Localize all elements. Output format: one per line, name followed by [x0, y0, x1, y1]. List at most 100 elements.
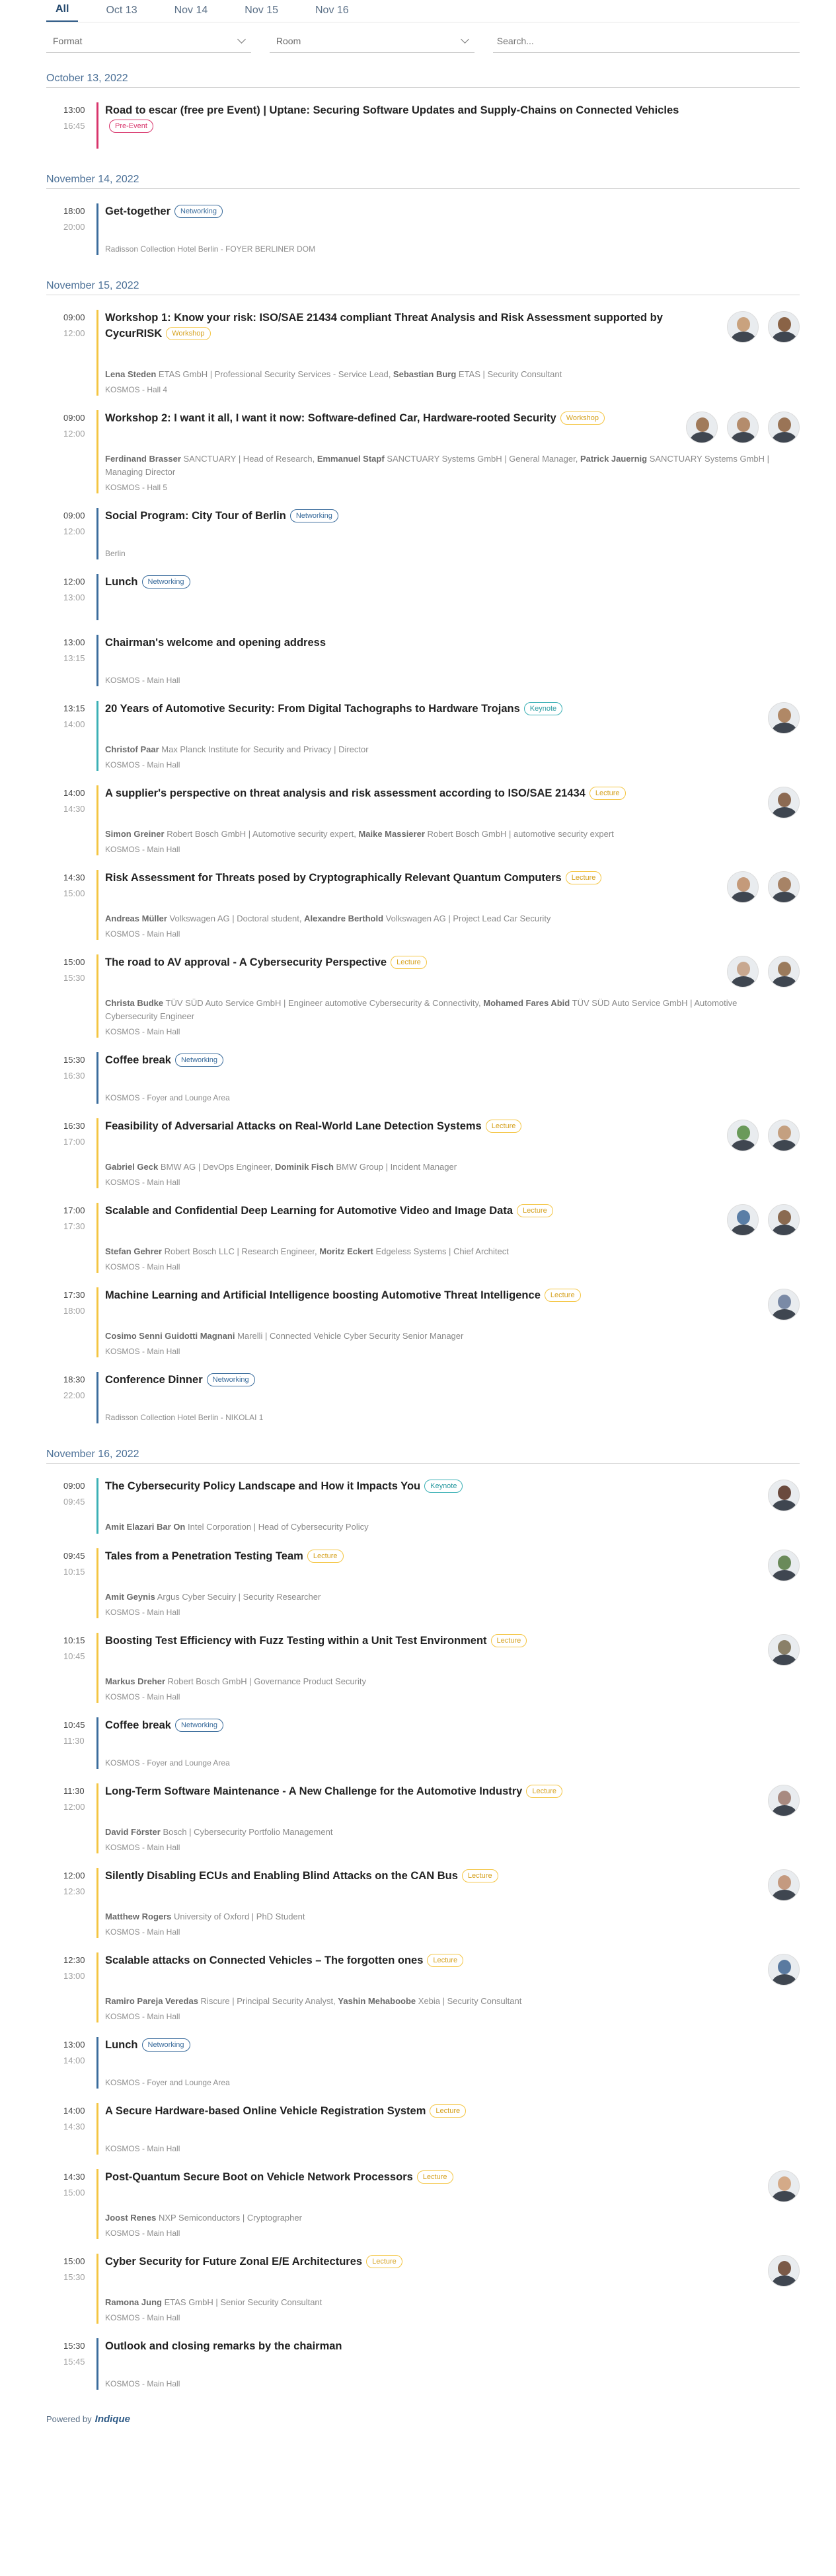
speaker-name[interactable]: Stefan Gehrer: [105, 1246, 162, 1256]
session-item[interactable]: 11:30 12:00 Long-Term Software Maintenance…: [46, 1783, 800, 1853]
avatar[interactable]: [727, 1120, 759, 1151]
session-title[interactable]: Social Program: City Tour of Berlin Netwo…: [105, 508, 800, 524]
session-title[interactable]: Silently Disabling ECUs and Enabling Bli…: [105, 1868, 800, 1884]
speaker-name[interactable]: Christa Budke: [105, 998, 163, 1008]
tab-nov-15[interactable]: Nov 15: [235, 5, 287, 22]
avatar[interactable]: [768, 702, 800, 734]
format-filter[interactable]: Format: [46, 29, 251, 53]
speaker-name[interactable]: Moritz Eckert: [319, 1246, 373, 1256]
speaker-name[interactable]: Matthew Rogers: [105, 1912, 171, 1921]
speaker-name[interactable]: Mohamed Fares Abid: [483, 998, 570, 1008]
session-title[interactable]: The road to AV approval - A Cybersecurit…: [105, 954, 800, 970]
session-title[interactable]: Long-Term Software Maintenance - A New C…: [105, 1783, 800, 1799]
session-title[interactable]: A supplier's perspective on threat analy…: [105, 785, 800, 801]
session-item[interactable]: 14:30 15:00 Risk Assessment for Threats po…: [46, 870, 800, 940]
avatar[interactable]: [768, 1289, 800, 1320]
speaker-name[interactable]: Gabriel Geck: [105, 1162, 158, 1172]
avatar[interactable]: [686, 411, 718, 443]
speaker-name[interactable]: Maike Massierer: [358, 829, 424, 839]
session-item[interactable]: 09:45 10:15 Tales from a Penetration Testi…: [46, 1548, 800, 1618]
avatar[interactable]: [768, 311, 800, 343]
tab-nov-14[interactable]: Nov 14: [165, 5, 217, 22]
session-item[interactable]: 12:00 13:00 Lunch Networking: [46, 574, 800, 620]
avatar[interactable]: [768, 1869, 800, 1901]
session-item[interactable]: 13:00 14:00 Lunch Networking KOSMOS - Foyer …: [46, 2037, 800, 2089]
speaker-name[interactable]: Patrick Jauernig: [580, 454, 647, 464]
avatar[interactable]: [768, 956, 800, 987]
session-item[interactable]: 10:15 10:45 Boosting Test Efficiency with …: [46, 1633, 800, 1703]
speaker-name[interactable]: Yashin Mehaboobe: [338, 1996, 416, 2006]
speaker-name[interactable]: David Förster: [105, 1827, 161, 1837]
session-item[interactable]: 09:00 12:00 Social Program: City Tour of B…: [46, 508, 800, 559]
speaker-name[interactable]: Emmanuel Stapf: [317, 454, 385, 464]
speaker-name[interactable]: Joost Renes: [105, 2213, 156, 2223]
session-title[interactable]: The Cybersecurity Policy Landscape and H…: [105, 1478, 800, 1494]
avatar[interactable]: [768, 1480, 800, 1511]
speaker-name[interactable]: Amit Geynis: [105, 1592, 155, 1602]
speaker-name[interactable]: Ramiro Pareja Veredas: [105, 1996, 198, 2006]
session-item[interactable]: 09:00 12:00 Workshop 2: I want it all, I w…: [46, 410, 800, 493]
session-item[interactable]: 13:00 16:45 Road to escar (free pre Event)…: [46, 102, 800, 149]
avatar[interactable]: [768, 1550, 800, 1581]
avatar[interactable]: [768, 1785, 800, 1816]
session-title[interactable]: Scalable attacks on Connected Vehicles –…: [105, 1952, 800, 1968]
session-item[interactable]: 14:30 15:00 Post-Quantum Secure Boot on Ve…: [46, 2169, 800, 2239]
avatar[interactable]: [727, 411, 759, 443]
session-item[interactable]: 09:00 09:45 The Cybersecurity Policy Lands…: [46, 1478, 800, 1534]
speaker-name[interactable]: Cosimo Senni Guidotti Magnani: [105, 1331, 235, 1341]
avatar[interactable]: [768, 787, 800, 818]
session-item[interactable]: 14:00 14:30 A supplier's perspective on th…: [46, 785, 800, 855]
avatar[interactable]: [768, 1204, 800, 1236]
session-item[interactable]: 15:00 15:30 The road to AV approval - A Cy…: [46, 954, 800, 1038]
search-input[interactable]: [496, 35, 796, 46]
session-item[interactable]: 13:00 13:15 Chairman's welcome and opening…: [46, 635, 800, 686]
session-item[interactable]: 12:00 12:30 Silently Disabling ECUs and En…: [46, 1868, 800, 1938]
speaker-name[interactable]: Alexandre Berthold: [304, 913, 383, 923]
tab-oct-13[interactable]: Oct 13: [96, 5, 146, 22]
brand-logo[interactable]: Indique: [95, 2414, 130, 2425]
avatar[interactable]: [768, 2255, 800, 2287]
session-title[interactable]: Road to escar (free pre Event) | Uptane:…: [105, 102, 800, 134]
session-item[interactable]: 13:15 14:00 20 Years of Automotive Securit…: [46, 701, 800, 771]
avatar[interactable]: [768, 1634, 800, 1666]
avatar[interactable]: [727, 311, 759, 343]
speaker-name[interactable]: Lena Steden: [105, 369, 156, 379]
session-item[interactable]: 17:00 17:30 Scalable and Confidential Deep…: [46, 1203, 800, 1273]
session-item[interactable]: 15:00 15:30 Cyber Security for Future Zona…: [46, 2254, 800, 2324]
session-item[interactable]: 09:00 12:00 Workshop 1: Know your risk: IS…: [46, 310, 800, 396]
session-title[interactable]: Risk Assessment for Threats posed by Cry…: [105, 870, 800, 886]
session-title[interactable]: Machine Learning and Artificial Intellig…: [105, 1287, 800, 1303]
session-item[interactable]: 14:00 14:30 A Secure Hardware-based Online…: [46, 2103, 800, 2155]
session-title[interactable]: A Secure Hardware-based Online Vehicle R…: [105, 2103, 800, 2119]
session-item[interactable]: 16:30 17:00 Feasibility of Adversarial Att…: [46, 1118, 800, 1188]
session-item[interactable]: 10:45 11:30 Coffee break Networking KOSMOS -…: [46, 1717, 800, 1769]
session-item[interactable]: 15:30 16:30 Coffee break Networking KOSMOS -…: [46, 1052, 800, 1104]
avatar[interactable]: [768, 2170, 800, 2202]
session-title[interactable]: Lunch Networking: [105, 2037, 800, 2053]
tab-all[interactable]: All: [46, 3, 79, 22]
session-title[interactable]: Scalable and Confidential Deep Learning …: [105, 1203, 800, 1219]
speaker-name[interactable]: Andreas Müller: [105, 913, 167, 923]
session-item[interactable]: 15:30 15:45 Outlook and closing remarks by…: [46, 2338, 800, 2390]
tab-nov-16[interactable]: Nov 16: [306, 5, 358, 22]
session-title[interactable]: 20 Years of Automotive Security: From Di…: [105, 701, 800, 717]
speaker-name[interactable]: Sebastian Burg: [393, 369, 456, 379]
session-title[interactable]: Workshop 1: Know your risk: ISO/SAE 2143…: [105, 310, 800, 341]
session-title[interactable]: Chairman's welcome and opening address: [105, 635, 800, 651]
session-item[interactable]: 18:00 20:00 Get-together Networking Radisson…: [46, 203, 800, 255]
session-item[interactable]: 12:30 13:00 Scalable attacks on Connected …: [46, 1952, 800, 2022]
room-filter[interactable]: Room: [269, 29, 475, 53]
session-title[interactable]: Tales from a Penetration Testing Team Lec…: [105, 1548, 800, 1564]
speaker-name[interactable]: Ferdinand Brasser: [105, 454, 181, 464]
avatar[interactable]: [768, 871, 800, 903]
session-title[interactable]: Coffee break Networking: [105, 1052, 800, 1068]
speaker-name[interactable]: Amit Elazari Bar On: [105, 1522, 185, 1532]
speaker-name[interactable]: Dominik Fisch: [275, 1162, 334, 1172]
session-title[interactable]: Get-together Networking: [105, 203, 800, 219]
session-title[interactable]: Conference Dinner Networking: [105, 1372, 800, 1388]
speaker-name[interactable]: Markus Dreher: [105, 1676, 165, 1686]
avatar[interactable]: [727, 871, 759, 903]
avatar[interactable]: [768, 1954, 800, 1986]
session-title[interactable]: Coffee break Networking: [105, 1717, 800, 1733]
session-item[interactable]: 17:30 18:00 Machine Learning and Artificia…: [46, 1287, 800, 1357]
